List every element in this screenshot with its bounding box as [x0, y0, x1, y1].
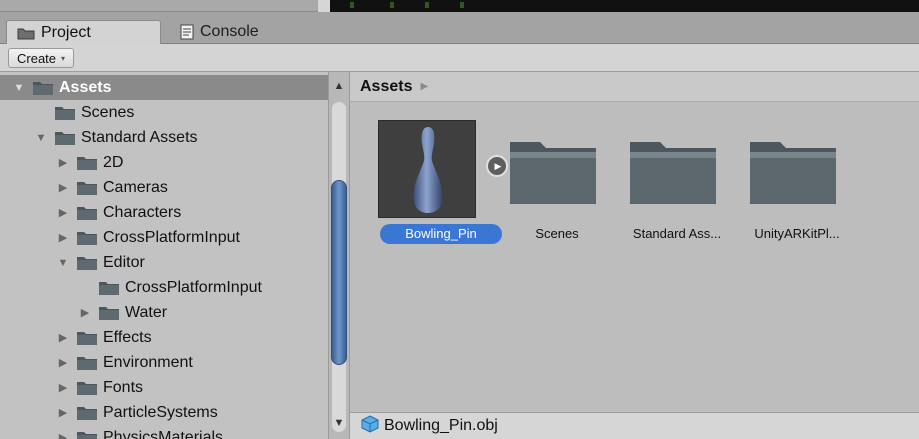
- tree-item-label: Fonts: [103, 378, 144, 396]
- asset-folder-standard-assets[interactable]: Standard Ass...: [618, 120, 736, 250]
- folder-icon: [32, 80, 54, 96]
- tree-item[interactable]: ▶ Cameras: [0, 175, 328, 200]
- tree-item[interactable]: ▼ Standard Assets: [0, 125, 328, 150]
- tree-item[interactable]: ▼ Assets: [0, 75, 328, 100]
- tree-item-label: ParticleSystems: [103, 403, 218, 421]
- folder-icon: [76, 230, 98, 246]
- scroll-up-arrow-icon[interactable]: ▲: [329, 76, 349, 96]
- asset-label: UnityARKitPl...: [754, 226, 840, 241]
- scene-view-edge: [0, 0, 919, 12]
- mesh-icon: [360, 414, 380, 438]
- collapsed-arrow-icon[interactable]: ▶: [56, 156, 70, 170]
- scroll-down-arrow-icon[interactable]: ▼: [329, 413, 349, 433]
- tree-item-label: Characters: [103, 203, 182, 221]
- collapsed-arrow-icon[interactable]: ▶: [56, 406, 70, 420]
- folder-icon: [76, 405, 98, 421]
- tree-item-label: CrossPlatformInput: [103, 228, 240, 246]
- selection-status-bar: Bowling_Pin.obj: [350, 412, 919, 439]
- folder-icon: [17, 26, 35, 40]
- folder-icon: [54, 130, 76, 146]
- expanded-arrow-icon[interactable]: ▼: [12, 81, 26, 95]
- breadcrumb: Assets ▶: [350, 72, 919, 102]
- folder-icon: [76, 355, 98, 371]
- folder-icon: [54, 105, 76, 121]
- folder-icon: [76, 255, 98, 271]
- tree-item-label: Scenes: [81, 103, 135, 121]
- tree-item[interactable]: Scenes: [0, 100, 328, 125]
- bowling-pin-icon: [413, 127, 443, 213]
- collapsed-arrow-icon[interactable]: ▶: [56, 381, 70, 395]
- expanded-arrow-icon[interactable]: ▼: [34, 131, 48, 145]
- collapsed-arrow-icon[interactable]: ▶: [56, 431, 70, 439]
- tree-item[interactable]: ▶ Water: [0, 300, 328, 325]
- folder-tree: ▼ Assets Scenes ▼ Standard Assets ▶ 2D ▶ Cameras…: [0, 72, 328, 439]
- create-button[interactable]: Create ▾: [8, 48, 75, 68]
- folder-icon: [98, 280, 120, 296]
- folder-icon: [504, 120, 602, 218]
- collapsed-arrow-icon[interactable]: ▶: [56, 231, 70, 245]
- folder-icon: [76, 330, 98, 346]
- tree-item[interactable]: ▶ Fonts: [0, 375, 328, 400]
- folder-icon: [624, 120, 722, 218]
- chevron-down-icon: ▾: [61, 53, 66, 63]
- tree-item-label: 2D: [103, 153, 124, 171]
- folder-icon: [744, 120, 842, 218]
- asset-label: Standard Ass...: [632, 226, 722, 241]
- tree-item-label: Standard Assets: [81, 128, 198, 146]
- console-icon: [180, 24, 194, 40]
- collapsed-arrow-icon[interactable]: ▶: [56, 331, 70, 345]
- breadcrumb-separator-icon: ▶: [420, 81, 429, 92]
- tree-item[interactable]: ▶ Characters: [0, 200, 328, 225]
- asset-label: Bowling_Pin: [380, 224, 502, 244]
- tree-item[interactable]: ▶ ParticleSystems: [0, 400, 328, 425]
- tree-item-label: CrossPlatformInput: [125, 278, 262, 296]
- folder-icon: [98, 305, 120, 321]
- window-tab-bar: Project Console: [0, 12, 919, 44]
- bowling-pin-preview: [378, 120, 476, 218]
- tree-item[interactable]: ▶ Effects: [0, 325, 328, 350]
- collapsed-arrow-icon[interactable]: ▶: [78, 306, 92, 320]
- tree-item-label: Water: [125, 303, 168, 321]
- tree-item[interactable]: CrossPlatformInput: [0, 275, 328, 300]
- tree-item-label: Assets: [59, 78, 112, 96]
- folder-icon: [76, 380, 98, 396]
- tree-item[interactable]: ▼ Editor: [0, 250, 328, 275]
- asset-folder-unityarkitplugin[interactable]: UnityARKitPl...: [738, 120, 856, 250]
- tree-item[interactable]: ▶ PhysicsMaterials: [0, 425, 328, 439]
- panel-divider: [318, 0, 330, 12]
- tab-console-label: Console: [200, 23, 259, 40]
- asset-browser: Assets ▶ ▶ Bowling_Pin Scenes Standard A…: [350, 72, 919, 412]
- scrollbar-thumb[interactable]: [331, 180, 347, 365]
- tree-item-label: Editor: [103, 253, 145, 271]
- collapsed-arrow-icon[interactable]: ▶: [56, 181, 70, 195]
- folder-icon: [76, 205, 98, 221]
- tab-project-label: Project: [41, 23, 91, 41]
- collapsed-arrow-icon[interactable]: ▶: [56, 356, 70, 370]
- asset-folder-scenes[interactable]: Scenes: [498, 120, 616, 250]
- project-toolbar: Create ▾: [0, 44, 919, 72]
- create-button-label: Create: [17, 50, 57, 66]
- folder-icon: [76, 430, 98, 439]
- tree-item-label: Effects: [103, 328, 152, 346]
- tree-item[interactable]: ▶ Environment: [0, 350, 328, 375]
- tab-console[interactable]: Console: [170, 20, 300, 44]
- asset-label: Scenes: [535, 226, 579, 241]
- tree-item[interactable]: ▶ 2D: [0, 150, 328, 175]
- scene-view-sliver: [330, 0, 919, 12]
- tree-item-label: Cameras: [103, 178, 168, 196]
- tree-item-label: Environment: [103, 353, 193, 371]
- folder-icon: [76, 155, 98, 171]
- folder-icon: [76, 180, 98, 196]
- selected-asset-path: Bowling_Pin.obj: [384, 417, 498, 434]
- asset-bowling-pin[interactable]: ▶ Bowling_Pin: [372, 120, 508, 250]
- tree-item[interactable]: ▶ CrossPlatformInput: [0, 225, 328, 250]
- tree-scrollbar[interactable]: ▲ ▼: [328, 72, 350, 439]
- tree-item-label: PhysicsMaterials: [103, 428, 224, 439]
- breadcrumb-assets[interactable]: Assets: [360, 78, 412, 96]
- collapsed-arrow-icon[interactable]: ▶: [56, 206, 70, 220]
- tab-project[interactable]: Project: [6, 20, 161, 44]
- expanded-arrow-icon[interactable]: ▼: [56, 256, 70, 270]
